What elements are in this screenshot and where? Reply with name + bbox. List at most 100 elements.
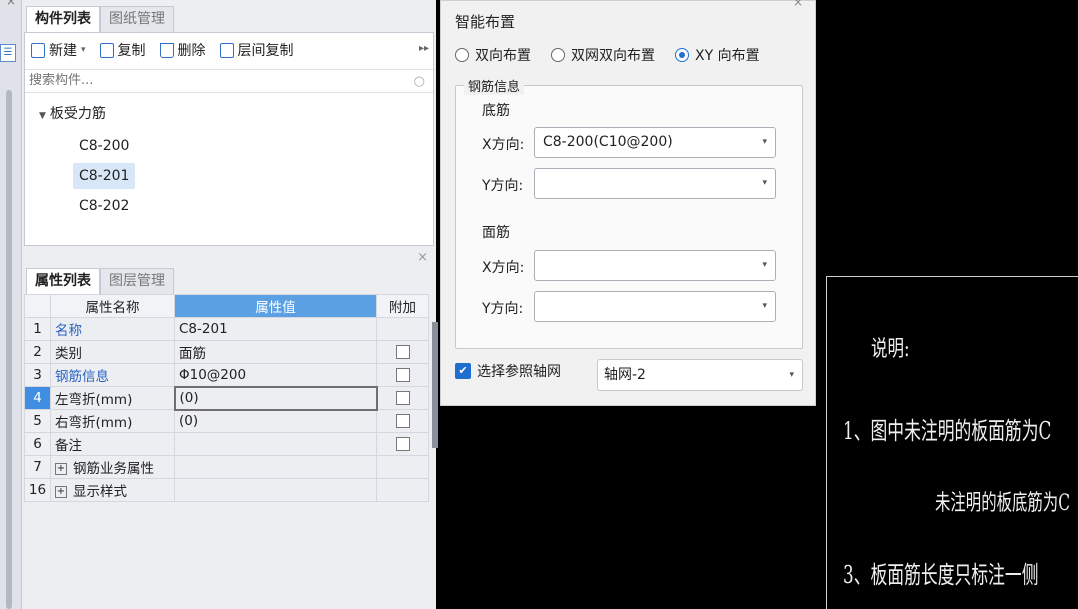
copy-button-label: 复制 [117, 43, 146, 59]
radio-xy[interactable]: XY 向布置 [675, 45, 760, 65]
tree-item[interactable]: C8-202 [73, 193, 135, 219]
expand-plus-icon[interactable]: + [55, 463, 67, 475]
property-name: 钢筋信息 [50, 363, 175, 387]
table-row[interactable]: 2 类别 面筋 [24, 340, 429, 364]
table-row[interactable]: 16 + 显示样式 [24, 478, 429, 502]
radio-bidirectional[interactable]: 双向布置 [455, 45, 531, 65]
group-title: 钢筋信息 [464, 76, 525, 95]
top-y-combo[interactable]: ▾ [534, 291, 776, 322]
chevron-down-icon[interactable]: ▾ [762, 251, 767, 280]
chevron-down-icon[interactable]: ▾ [762, 169, 767, 198]
component-list-box: 新建 ▾ 复制 删除 层间复制 ▸▸ ○ ▼板受力筋 [24, 32, 434, 246]
extra-cell [376, 386, 429, 410]
panel-splitter-handle[interactable] [432, 322, 438, 448]
property-value[interactable] [174, 432, 377, 456]
cad-drawing-note: 说明: 1、图中未注明的板面筋为C 未注明的板底筋为C 3、板面筋长度只标注一侧 [826, 276, 1078, 609]
property-name: + 钢筋业务属性 [50, 455, 175, 479]
bottom-y-combo[interactable]: ▾ [534, 168, 776, 199]
left-panel: 构件列表 图纸管理 新建 ▾ 复制 删除 层间复制 ▸▸ 搜索构件... ○ ▼… [22, 0, 436, 609]
extra-checkbox[interactable] [395, 391, 410, 405]
tab-drawing-management[interactable]: 图纸管理 [100, 6, 174, 32]
reference-grid-combo[interactable]: 轴网-2 ▾ [597, 359, 803, 391]
tab-component-list[interactable]: 构件列表 [26, 6, 100, 32]
tab-layer-management[interactable]: 图层管理 [100, 268, 174, 294]
table-row[interactable]: 1 名称 C8-201 [24, 317, 429, 341]
extra-cell [376, 478, 429, 502]
table-row[interactable]: 6 备注 [24, 432, 429, 456]
close-icon[interactable]: × [6, 0, 16, 8]
copy-button[interactable]: 复制 [99, 40, 146, 60]
tree-group[interactable]: ▼ 板受力筋 [39, 103, 106, 123]
extra-checkbox[interactable] [395, 368, 410, 382]
chevron-down-icon[interactable]: ▾ [762, 292, 767, 321]
extra-cell [376, 409, 429, 433]
dock-panel-icon[interactable]: ☰ [0, 44, 16, 62]
toolbar-overflow-icon[interactable]: ▸▸ [419, 43, 429, 54]
radio-circle-icon[interactable] [551, 48, 565, 62]
close-icon[interactable]: × [793, 0, 803, 9]
property-value-editor[interactable]: (0) [173, 385, 378, 411]
header-extra: 附加 [376, 294, 429, 318]
note-line: 未注明的板底筋为C [935, 491, 1070, 516]
checkbox-checked-icon[interactable]: ✔ [455, 363, 471, 379]
property-name: 类别 [50, 340, 175, 364]
extra-checkbox[interactable] [395, 345, 410, 359]
radio-label: 双网双向布置 [571, 48, 655, 64]
tree-group-label: 板受力筋 [49, 106, 106, 122]
top-x-combo[interactable]: ▾ [534, 250, 776, 281]
tab-property-list[interactable]: 属性列表 [26, 268, 100, 294]
property-value[interactable]: 面筋 [174, 340, 377, 364]
vertical-scrollbar[interactable] [6, 90, 12, 609]
chevron-down-icon[interactable]: ▾ [762, 128, 767, 157]
property-name: 右弯折(mm) [50, 409, 175, 433]
reference-grid-label: 选择参照轴网 [477, 364, 561, 380]
property-value[interactable]: Φ10@200 [174, 363, 377, 387]
search-input[interactable] [29, 73, 389, 88]
extra-checkbox[interactable] [395, 414, 410, 428]
property-value[interactable]: C8-201 [174, 317, 377, 341]
chevron-down-icon[interactable]: ▾ [789, 360, 794, 390]
property-tabs: 属性列表 图层管理 [26, 268, 174, 294]
radio-selected-icon[interactable] [675, 48, 689, 62]
row-number: 1 [24, 317, 51, 341]
property-value[interactable]: (0) [174, 409, 377, 433]
search-icon[interactable]: ○ [414, 71, 425, 93]
tree-item[interactable]: C8-200 [73, 133, 135, 159]
row-number: 5 [24, 409, 51, 433]
table-row[interactable]: 5 右弯折(mm) (0) [24, 409, 429, 433]
radio-double-net[interactable]: 双网双向布置 [551, 45, 655, 65]
extra-cell [376, 432, 429, 456]
note-line: 1、图中未注明的板面筋为C [843, 417, 1052, 445]
radio-circle-icon[interactable] [455, 48, 469, 62]
reference-grid-checkbox-row[interactable]: ✔ 选择参照轴网 [455, 361, 561, 381]
delete-button-label: 删除 [177, 43, 206, 59]
copy-icon [99, 42, 114, 58]
floor-copy-button[interactable]: 层间复制 [219, 40, 294, 60]
delete-button[interactable]: 删除 [159, 40, 206, 60]
extra-cell [376, 340, 429, 364]
table-row[interactable]: 3 钢筋信息 Φ10@200 [24, 363, 429, 387]
dialog-title: 智能布置 [455, 13, 516, 31]
property-table: 属性名称 属性值 附加 1 名称 C8-201 2 类别 面筋 3 钢筋信息 Φ… [24, 294, 429, 502]
expand-plus-icon[interactable]: + [55, 486, 67, 498]
trash-icon [159, 42, 174, 58]
row-number: 3 [24, 363, 51, 387]
extra-checkbox[interactable] [395, 437, 410, 451]
tree-item-selected[interactable]: C8-201 [73, 163, 136, 189]
layer-copy-icon [219, 42, 234, 58]
new-button[interactable]: 新建 ▾ [31, 40, 86, 60]
chevron-down-icon[interactable]: ▾ [81, 45, 86, 55]
collapse-triangle-icon[interactable]: ▼ [39, 111, 46, 121]
table-row-selected[interactable]: 4 左弯折(mm) (0) [24, 385, 429, 411]
bottom-y-label: Y方向: [482, 178, 524, 194]
extra-cell [376, 317, 429, 341]
property-name-label: 显示样式 [73, 484, 127, 500]
rebar-info-group: 钢筋信息 底筋 X方向: C8-200(C10@200) ▾ Y方向: ▾ 面筋 … [455, 76, 803, 349]
property-value [174, 478, 377, 502]
property-name: 备注 [50, 432, 175, 456]
property-value [174, 455, 377, 479]
component-tabs: 构件列表 图纸管理 [26, 6, 174, 32]
bottom-x-combo[interactable]: C8-200(C10@200) ▾ [534, 127, 776, 158]
close-icon[interactable]: × [417, 250, 428, 265]
table-row[interactable]: 7 + 钢筋业务属性 [24, 455, 429, 479]
